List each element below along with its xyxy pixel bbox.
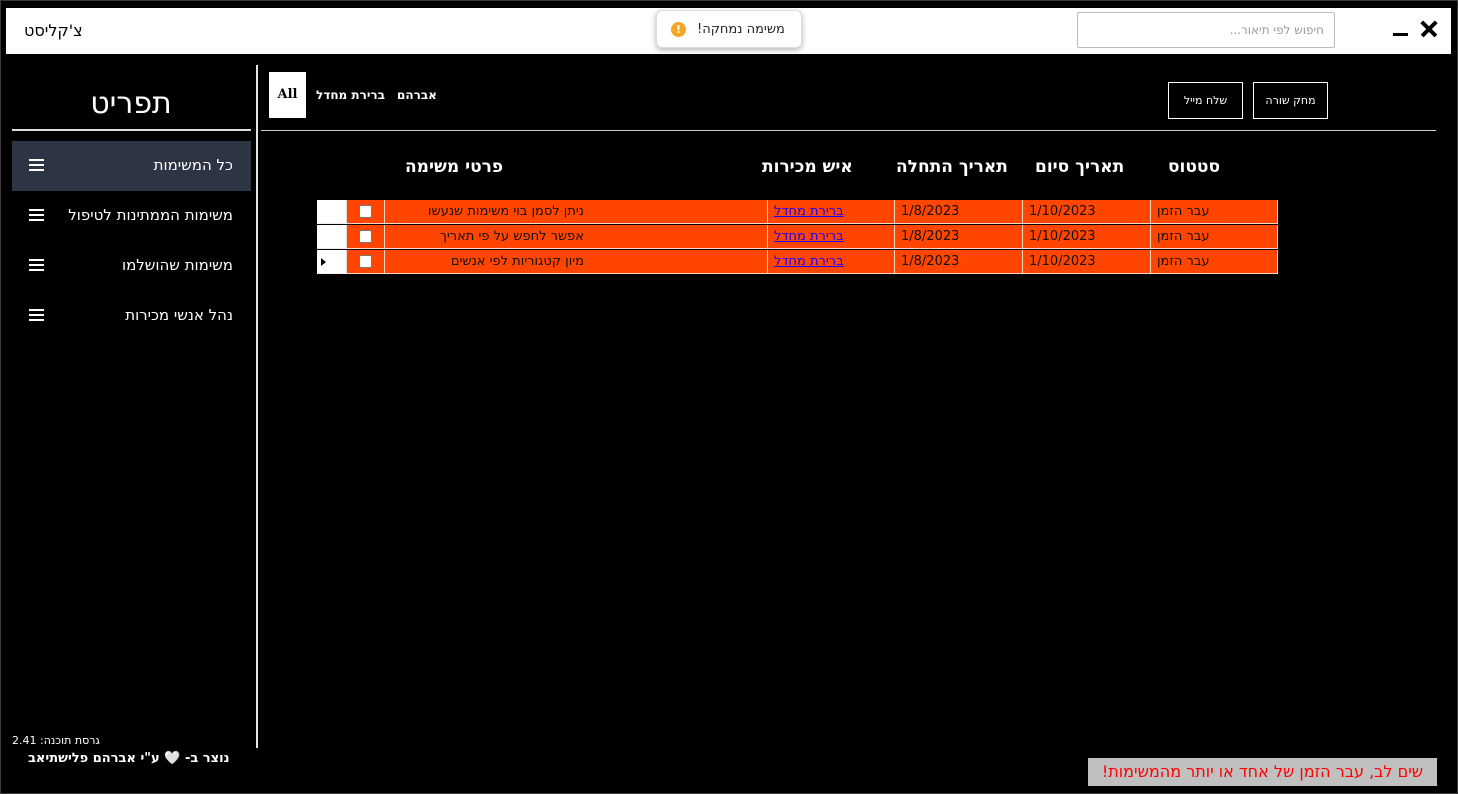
task-details: ניתן לסמן בוי משימות שנעשו <box>385 200 768 224</box>
status-cell: עבר הזמן <box>1151 200 1278 224</box>
salesperson-link[interactable]: ברירת מחדל <box>774 229 844 244</box>
app-title: צ'קליסט <box>24 21 83 40</box>
sidebar-vertical-divider <box>256 65 258 748</box>
sidebar-item-label: משימות שהושלמו <box>121 256 233 274</box>
hamburger-icon <box>29 259 44 271</box>
salesperson-cell: ברירת מחדל <box>768 225 895 249</box>
sidebar-item-label: משימות הממתינות לטיפול <box>68 206 233 224</box>
column-header-end-date: תאריך סיום <box>1035 157 1125 177</box>
start-date: 1/8/2023 <box>895 200 1023 224</box>
credit-label: נוצר ב- 🤍 ע"י אברהם פלישתיאב <box>28 751 230 766</box>
end-date: 1/10/2023 <box>1023 200 1151 224</box>
row-handle[interactable] <box>317 225 347 249</box>
end-date: 1/10/2023 <box>1023 250 1151 274</box>
sidebar-item-all-tasks[interactable]: כל המשימות <box>12 141 251 191</box>
filter-tab-default[interactable]: ברירת מחדל <box>316 88 385 102</box>
end-date: 1/10/2023 <box>1023 225 1151 249</box>
table-row[interactable]: אפשר לחפש על פי תאריך ברירת מחדל 1/8/202… <box>317 225 1278 250</box>
row-expand-icon[interactable] <box>321 258 326 266</box>
minimize-icon[interactable] <box>1391 22 1411 42</box>
send-mail-button[interactable]: שלח מייל <box>1168 82 1243 119</box>
delete-row-button[interactable]: מחק שורה <box>1253 82 1328 119</box>
column-header-start-date: תאריך התחלה <box>896 157 1008 177</box>
sidebar-item-completed-tasks[interactable]: משימות שהושלמו <box>12 241 251 291</box>
toast-text: !משימה נמחקה <box>697 22 785 37</box>
row-checkbox[interactable] <box>359 230 372 243</box>
row-checkbox[interactable] <box>359 205 372 218</box>
status-cell: עבר הזמן <box>1151 250 1278 274</box>
hamburger-icon <box>29 159 44 171</box>
status-cell: עבר הזמן <box>1151 225 1278 249</box>
toast-notification: ! !משימה נמחקה <box>656 10 802 48</box>
close-icon[interactable] <box>1417 16 1443 42</box>
task-details: מיון קטגוריות לפי אנשים <box>385 250 768 274</box>
search-input[interactable] <box>1077 12 1335 48</box>
warning-circle-icon: ! <box>671 22 686 37</box>
salesperson-link[interactable]: ברירת מחדל <box>774 254 844 269</box>
version-label: גרסת תוכנה: 2.41 <box>12 734 100 747</box>
sidebar-item-manage-salespeople[interactable]: נהל אנשי מכירות <box>12 291 251 341</box>
column-header-salesperson: איש מכירות <box>762 157 853 177</box>
row-handle[interactable] <box>317 250 347 274</box>
sidebar-title: תפריט <box>90 86 172 121</box>
salesperson-cell: ברירת מחדל <box>768 200 895 224</box>
column-header-status: סטטוס <box>1168 157 1221 177</box>
salesperson-link[interactable]: ברירת מחדל <box>774 204 844 219</box>
row-checkbox[interactable] <box>359 255 372 268</box>
table-row[interactable]: ניתן לסמן בוי משימות שנעשו ברירת מחדל 1/… <box>317 200 1278 225</box>
sidebar-item-label: כל המשימות <box>153 156 233 174</box>
sidebar-divider <box>12 129 251 131</box>
start-date: 1/8/2023 <box>895 250 1023 274</box>
column-header-details: פרטי משימה <box>405 157 504 177</box>
sidebar-item-label: נהל אנשי מכירות <box>125 306 233 324</box>
salesperson-cell: ברירת מחדל <box>768 250 895 274</box>
tasks-table: ניתן לסמן בוי משימות שנעשו ברירת מחדל 1/… <box>317 200 1278 275</box>
filter-all-tab[interactable]: All <box>269 72 306 118</box>
overdue-warning: שים לב, עבר הזמן של אחד או יותר מהמשימות… <box>1088 758 1437 786</box>
hamburger-icon <box>29 309 44 321</box>
row-checkbox-cell <box>347 225 385 249</box>
row-checkbox-cell <box>347 250 385 274</box>
start-date: 1/8/2023 <box>895 225 1023 249</box>
hamburger-icon <box>29 209 44 221</box>
table-row[interactable]: מיון קטגוריות לפי אנשים ברירת מחדל 1/8/2… <box>317 250 1278 275</box>
filter-tab-avraham[interactable]: אברהם <box>397 88 437 102</box>
content-divider <box>261 130 1436 131</box>
row-checkbox-cell <box>347 200 385 224</box>
task-details: אפשר לחפש על פי תאריך <box>385 225 768 249</box>
row-handle[interactable] <box>317 200 347 224</box>
sidebar-item-pending-tasks[interactable]: משימות הממתינות לטיפול <box>12 191 251 241</box>
